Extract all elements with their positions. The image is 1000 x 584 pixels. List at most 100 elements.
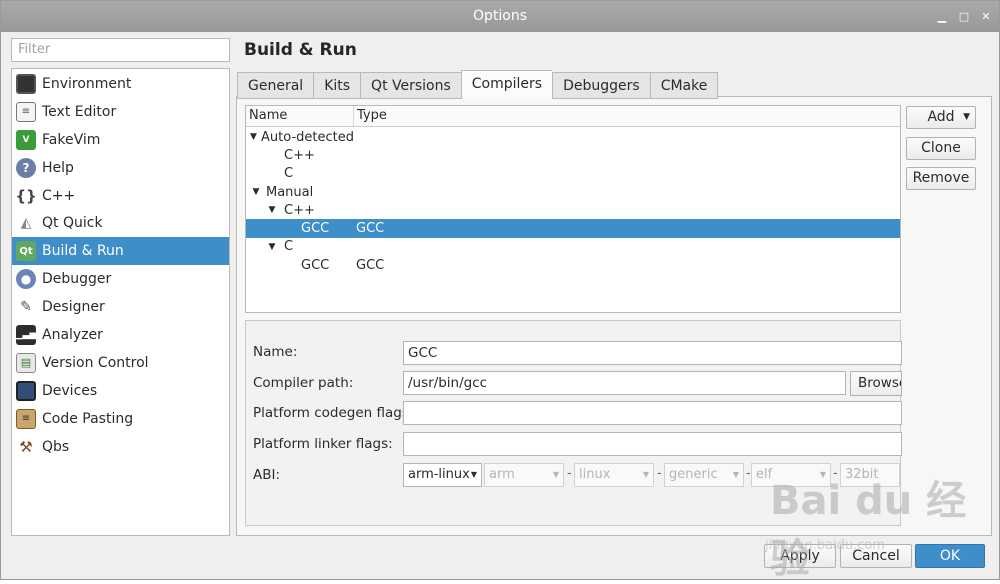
remove-button[interactable]: Remove [906,167,976,190]
category-qt-quick[interactable]: ◭ Qt Quick [12,209,229,237]
abi-os-combo: linux ▼ [574,463,654,487]
abi-architecture-combo[interactable]: arm-linux ▼ [403,463,482,487]
category-code-pasting[interactable]: ≡ Code Pasting [12,405,229,433]
category-environment[interactable]: Environment [12,70,229,98]
abi-label: ABI: [253,467,281,483]
name-field[interactable]: GCC [403,341,902,365]
minimize-icon[interactable]: ▁ [935,10,949,24]
expand-arrow-icon[interactable]: ▼ [266,205,278,215]
abi-flavor-combo: generic ▼ [664,463,744,487]
tree-row-name: C [284,239,294,255]
add-button-label: Add [927,109,955,125]
tree-row[interactable]: C++ [246,146,900,164]
compiler-path-label: Compiler path: [253,375,354,391]
page-title: Build & Run [244,40,357,60]
abi-value: elf [756,467,773,482]
abi-format-combo: elf ▼ [751,463,831,487]
tree-row-name: Manual [266,184,314,200]
compiler-tree[interactable]: Name Type ▼ Auto-detected C++ C ▼ Manual… [245,105,901,313]
chevron-down-icon: ▼ [819,470,826,479]
title-bar[interactable]: Options ▁ □ ✕ [1,1,999,32]
category-build-run[interactable]: Qt Build & Run [12,237,229,266]
abi-separator: - [567,466,572,481]
abi-value: arm [489,467,515,482]
chevron-down-icon: ▼ [470,470,477,479]
tree-row[interactable]: ▼ Auto-detected [246,128,900,146]
tab-general[interactable]: General [237,72,314,99]
column-header-type[interactable]: Type [354,106,900,126]
tree-row-selected[interactable]: GCC GCC [246,219,900,238]
category-devices[interactable]: Devices [12,377,229,405]
category-label: Version Control [42,354,149,371]
tab-compilers[interactable]: Compilers [460,70,553,99]
tab-kits[interactable]: Kits [313,72,361,99]
category-label: Qbs [42,438,70,455]
vim-icon: V [16,129,36,150]
category-label: Help [42,159,74,176]
abi-separator: - [746,466,751,481]
add-button[interactable]: Add ▼ [906,106,976,129]
browse-button[interactable]: Browse... [850,371,902,396]
abi-separator: - [833,466,838,481]
expand-arrow-icon[interactable]: ▼ [250,187,262,197]
tree-row-name: C [284,166,294,182]
category-label: Debugger [42,271,112,288]
chevron-down-icon: ▼ [552,470,559,479]
category-label: C++ [42,187,76,204]
tree-row[interactable]: C [246,165,900,183]
qt-quick-icon: ◭ [20,215,32,232]
category-qbs[interactable]: ⚒ Qbs [12,433,229,461]
ok-button[interactable]: OK [915,544,985,568]
tree-header: Name Type [246,106,900,127]
category-label: Designer [42,299,105,316]
braces-icon: {} [15,186,37,205]
category-fakevim[interactable]: V FakeVim [12,126,229,154]
clone-button[interactable]: Clone [906,137,976,160]
tree-row[interactable]: ▼ Manual [246,183,900,201]
expand-arrow-icon[interactable]: ▼ [250,132,257,142]
category-designer[interactable]: ✎ Designer [12,293,229,321]
category-text-editor[interactable]: ≡ Text Editor [12,98,229,126]
tree-row[interactable]: ▼ C [246,238,900,256]
tree-row-name: C++ [284,147,315,163]
clipboard-icon: ≡ [16,408,36,429]
chevron-down-icon: ▼ [642,470,649,479]
window-title: Options [472,8,528,24]
category-cpp[interactable]: {} C++ [12,182,229,210]
tab-cmake[interactable]: CMake [649,72,719,99]
tab-qt-versions[interactable]: Qt Versions [360,72,461,99]
abi-width-combo: 32bit [840,463,900,487]
analyzer-icon: ▁▃▅ [16,324,36,345]
category-label: Qt Quick [42,215,103,232]
abi-value: linux [579,467,611,482]
text-document-icon: ≡ [16,101,36,122]
category-debugger[interactable]: ● Debugger [12,265,229,293]
name-label: Name: [253,344,298,360]
tree-row-name: GCC [301,257,330,273]
close-icon[interactable]: ✕ [979,10,993,24]
abi-value: 32bit [845,467,879,482]
codegen-flags-field[interactable] [403,401,902,425]
category-label: FakeVim [42,131,101,148]
filter-input[interactable]: Filter [11,38,230,62]
help-icon: ? [16,157,36,178]
linker-flags-field[interactable] [403,432,902,456]
designer-icon: ✎ [20,299,32,316]
expand-arrow-icon[interactable]: ▼ [266,242,278,252]
compiler-path-field[interactable]: /usr/bin/gcc [403,371,846,395]
category-label: Build & Run [42,243,124,260]
tree-row[interactable]: GCC GCC [246,256,900,274]
monitor-icon [16,73,36,94]
debugger-icon: ● [16,269,36,290]
abi-separator: - [657,466,662,481]
tab-bar: General Kits Qt Versions Compilers Debug… [237,70,719,99]
category-analyzer[interactable]: ▁▃▅ Analyzer [12,321,229,349]
maximize-icon[interactable]: □ [957,10,971,24]
column-header-name[interactable]: Name [246,106,354,126]
category-version-control[interactable]: ▤ Version Control [12,349,229,377]
chevron-down-icon: ▼ [732,470,739,479]
tab-debuggers[interactable]: Debuggers [552,72,650,99]
category-list: Environment ≡ Text Editor V FakeVim ? He… [11,68,230,536]
category-help[interactable]: ? Help [12,154,229,182]
tree-row[interactable]: ▼ C++ [246,201,900,219]
